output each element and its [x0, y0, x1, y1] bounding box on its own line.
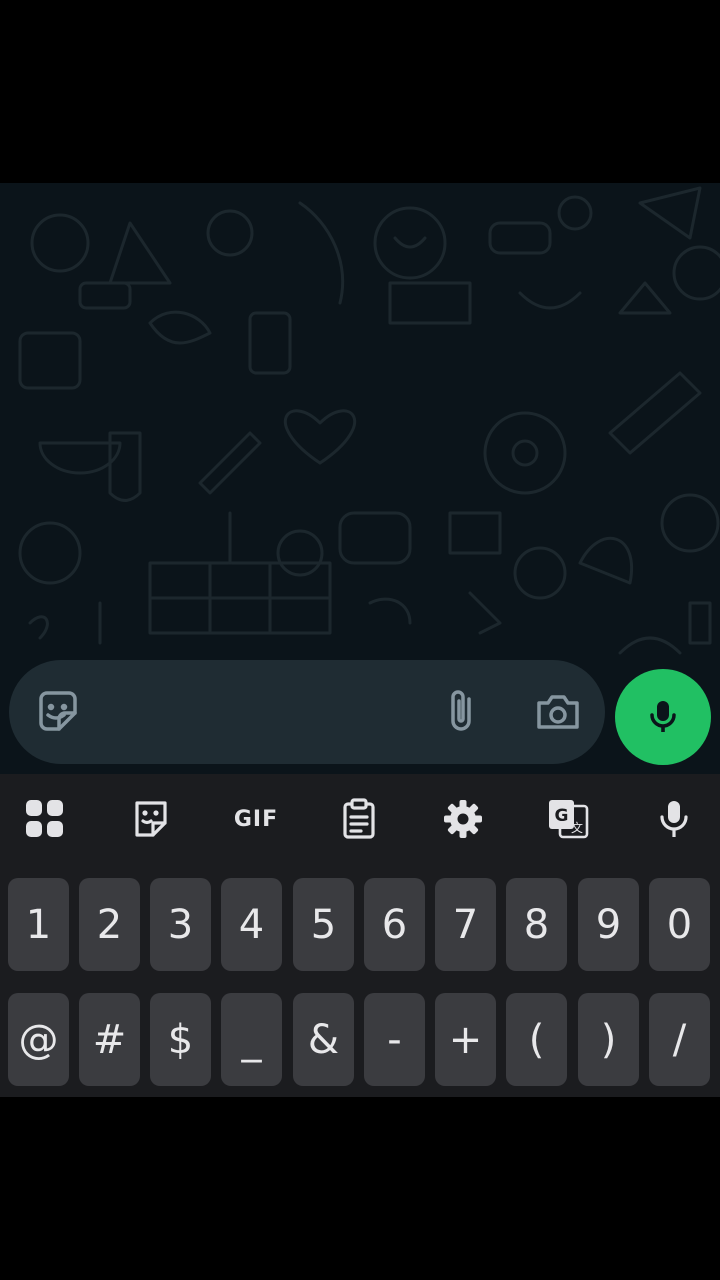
- key-2[interactable]: 2: [79, 878, 140, 971]
- key-8[interactable]: 8: [506, 878, 567, 971]
- key-ampersand[interactable]: &: [293, 993, 354, 1086]
- gear-icon[interactable]: [438, 794, 488, 844]
- key-hash[interactable]: #: [79, 993, 140, 1086]
- microphone-icon[interactable]: [649, 794, 699, 844]
- top-black-bar: [0, 0, 720, 183]
- key-1[interactable]: 1: [8, 878, 69, 971]
- svg-text:文: 文: [571, 820, 583, 835]
- key-3[interactable]: 3: [150, 878, 211, 971]
- symbol-row: @ # $ _ & - + ( ) /: [8, 993, 713, 1086]
- voice-message-button[interactable]: [615, 669, 711, 765]
- bottom-black-bar: [0, 1097, 720, 1280]
- paperclip-icon[interactable]: [437, 687, 487, 737]
- key-6[interactable]: 6: [364, 878, 425, 971]
- number-row: 1 2 3 4 5 6 7 8 9 0: [8, 878, 713, 971]
- svg-text:G: G: [555, 806, 569, 826]
- keyboard: GIF G 文 1 2 3 4 5 6 7 8 9 0 @ # $ _ & - …: [0, 774, 720, 1097]
- key-0[interactable]: 0: [649, 878, 710, 971]
- message-composer[interactable]: [9, 660, 605, 764]
- key-5[interactable]: 5: [293, 878, 354, 971]
- gif-label: GIF: [233, 806, 279, 832]
- key-dollar[interactable]: $: [150, 993, 211, 1086]
- apps-grid-icon[interactable]: [20, 794, 70, 844]
- gif-button[interactable]: GIF: [230, 794, 282, 844]
- microphone-icon: [650, 701, 676, 732]
- key-7[interactable]: 7: [435, 878, 496, 971]
- chat-background: [0, 183, 720, 774]
- sticker-icon[interactable]: [126, 794, 176, 844]
- key-underscore[interactable]: _: [221, 993, 282, 1086]
- key-plus[interactable]: +: [435, 993, 496, 1086]
- key-at[interactable]: @: [8, 993, 69, 1086]
- key-close-paren[interactable]: ): [578, 993, 639, 1086]
- key-slash[interactable]: /: [649, 993, 710, 1086]
- translate-icon[interactable]: G 文: [543, 794, 593, 844]
- key-minus[interactable]: -: [364, 993, 425, 1086]
- key-4[interactable]: 4: [221, 878, 282, 971]
- key-9[interactable]: 9: [578, 878, 639, 971]
- keyboard-toolbar: GIF G 文: [0, 774, 720, 862]
- clipboard-icon[interactable]: [334, 794, 384, 844]
- key-open-paren[interactable]: (: [506, 993, 567, 1086]
- sticker-smile-icon[interactable]: [33, 687, 83, 737]
- camera-icon[interactable]: [533, 687, 583, 737]
